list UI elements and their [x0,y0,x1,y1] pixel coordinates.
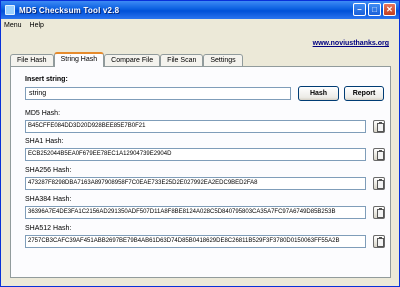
clipboard-icon [377,122,384,132]
copy-md5-button[interactable] [373,120,385,133]
tab-file-scan[interactable]: File Scan [160,54,204,66]
insert-string-label: Insert string: [25,76,68,83]
report-button[interactable]: Report [344,86,384,101]
clipboard-icon [377,150,384,160]
copy-sha256-button[interactable] [373,177,385,190]
maximize-icon[interactable]: □ [368,3,381,16]
copy-sha1-button[interactable] [373,148,385,161]
string-hash-panel: Insert string: string Hash Report MD5 Ha… [10,66,391,278]
clipboard-icon [377,179,384,189]
copy-sha512-button[interactable] [373,235,385,248]
tab-string-hash[interactable]: String Hash [53,52,105,67]
tab-settings[interactable]: Settings [203,54,243,66]
menu-bar: Menu Help [1,19,399,31]
sha256-label: SHA256 Hash: [25,167,72,174]
sha512-field[interactable]: 2757CB3CAFC39AF451ABB2697BE79B4AB61D63D7… [25,235,366,248]
sha512-label: SHA512 Hash: [25,225,72,232]
sha384-field[interactable]: 36396A7E4DE3FA1C2156AD291350ADF507D11A8F… [25,206,366,219]
menu-item-menu[interactable]: Menu [4,22,22,29]
hash-button[interactable]: Hash [298,86,339,101]
window-controls: – □ ✕ [353,3,396,16]
minimize-icon[interactable]: – [353,3,366,16]
md5-label: MD5 Hash: [25,110,61,117]
md5-field[interactable]: B45CFFE084DD3D20D928BEE85E7B0F21 [25,120,366,133]
website-link[interactable]: www.noviusthanks.org [313,40,389,47]
app-icon [5,5,15,15]
sha384-label: SHA384 Hash: [25,196,72,203]
menu-item-help[interactable]: Help [30,22,44,29]
copy-sha384-button[interactable] [373,206,385,219]
string-input[interactable]: string [25,87,291,100]
tab-file-hash[interactable]: File Hash [10,54,54,66]
window-title: MD5 Checksum Tool v2.8 [19,5,120,15]
sha1-field[interactable]: ECB252044B5EA0F679EE78EC1A12904739E2904D [25,148,366,161]
title-bar[interactable]: MD5 Checksum Tool v2.8 – □ ✕ [1,1,399,19]
app-window: MD5 Checksum Tool v2.8 – □ ✕ Menu Help w… [0,0,400,287]
tab-compare-file[interactable]: Compare File [104,54,161,66]
sha256-field[interactable]: 473287F8298DBA7163A897908958F7C0EAE733E2… [25,177,366,190]
sha1-label: SHA1 Hash: [25,138,64,145]
clipboard-icon [377,208,384,218]
close-icon[interactable]: ✕ [383,3,396,16]
tab-strip: File Hash String Hash Compare File File … [10,52,243,67]
clipboard-icon [377,237,384,247]
